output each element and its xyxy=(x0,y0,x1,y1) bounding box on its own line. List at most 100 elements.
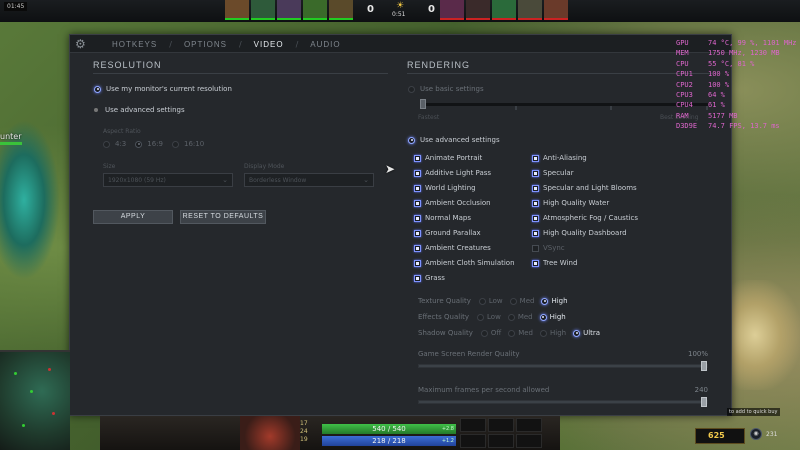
check-anti-aliasing[interactable]: Anti-Aliasing xyxy=(532,154,587,162)
checkbox[interactable] xyxy=(414,214,421,222)
hero-portrait[interactable] xyxy=(492,0,516,20)
checkbox[interactable] xyxy=(414,274,421,282)
checkbox[interactable] xyxy=(532,229,539,237)
use-advanced-resolution-option[interactable]: Use advanced settings xyxy=(94,106,185,114)
radio-aspect-4-3[interactable] xyxy=(103,140,110,148)
use-basic-settings-option[interactable]: Use basic settings xyxy=(408,85,484,93)
shadow-quality-med[interactable]: Med xyxy=(508,329,533,337)
checkbox[interactable] xyxy=(532,214,539,222)
reset-to-defaults-button[interactable]: RESET TO DEFAULTS xyxy=(180,210,266,224)
tab-hotkeys[interactable]: HOTKEYS xyxy=(100,40,169,49)
check-normal-maps[interactable]: Normal Maps xyxy=(414,214,471,222)
radio-unselected[interactable] xyxy=(408,85,415,93)
hero-portrait[interactable] xyxy=(303,0,327,20)
hero-portrait-large[interactable] xyxy=(240,416,300,450)
checkbox[interactable] xyxy=(532,244,539,252)
use-monitor-resolution-option[interactable]: Use my monitor's current resolution xyxy=(94,85,232,93)
item-slot[interactable] xyxy=(460,434,486,448)
check-specular-light-blooms[interactable]: Specular and Light Blooms xyxy=(532,184,637,192)
check-ambient-creatures[interactable]: Ambient Creatures xyxy=(414,244,491,252)
resolution-size-value: 1920x1080 (59 Hz) xyxy=(108,177,166,184)
tab-options[interactable]: OPTIONS xyxy=(172,40,239,49)
checkbox[interactable] xyxy=(414,244,421,252)
item-slot[interactable] xyxy=(516,418,542,432)
tab-audio[interactable]: AUDIO xyxy=(298,40,352,49)
shadow-quality-off[interactable]: Off xyxy=(480,329,501,337)
checkbox[interactable] xyxy=(532,259,539,267)
check-ground-parallax[interactable]: Ground Parallax xyxy=(414,229,481,237)
courier-icon[interactable]: ◉ xyxy=(750,428,762,440)
radio-aspect-16-10[interactable] xyxy=(172,140,179,148)
check-animate-portrait[interactable]: Animate Portrait xyxy=(414,154,482,162)
stats-value: 74 °C, 99 %, 1101 MHz xyxy=(708,39,797,47)
check-specular[interactable]: Specular xyxy=(532,169,574,177)
dire-score: 0 xyxy=(428,4,435,15)
check-vsync[interactable]: VSync xyxy=(532,244,565,252)
checkbox[interactable] xyxy=(532,199,539,207)
checkbox[interactable] xyxy=(532,184,539,192)
item-slot[interactable] xyxy=(488,434,514,448)
checkbox[interactable] xyxy=(532,169,539,177)
effects-quality-low[interactable]: Low xyxy=(477,313,501,321)
checkbox[interactable] xyxy=(414,154,421,162)
checkbox[interactable] xyxy=(414,259,421,267)
checkbox[interactable] xyxy=(414,169,421,177)
check-atmospheric-fog[interactable]: Atmospheric Fog / Caustics xyxy=(532,214,638,222)
basic-quality-slider-handle[interactable] xyxy=(420,99,426,109)
radio-selected[interactable] xyxy=(408,136,415,144)
checkbox[interactable] xyxy=(414,184,421,192)
hero-portrait[interactable] xyxy=(518,0,542,20)
texture-quality-high[interactable]: High xyxy=(541,297,568,305)
item-slot[interactable] xyxy=(516,434,542,448)
check-high-quality-dashboard[interactable]: High Quality Dashboard xyxy=(532,229,627,237)
hero-portrait[interactable] xyxy=(466,0,490,20)
max-fps-slider-handle[interactable] xyxy=(701,397,707,407)
hero-portrait[interactable] xyxy=(225,0,249,20)
render-quality-slider[interactable] xyxy=(418,361,708,371)
checkbox[interactable] xyxy=(414,199,421,207)
effects-quality-med[interactable]: Med xyxy=(507,313,533,321)
hero-portrait[interactable] xyxy=(440,0,464,20)
check-ambient-occlusion[interactable]: Ambient Occlusion xyxy=(414,199,491,207)
hero-portrait[interactable] xyxy=(277,0,301,20)
texture-quality-low[interactable]: Low xyxy=(478,297,503,305)
tab-video[interactable]: VIDEO xyxy=(242,40,296,49)
checkbox[interactable] xyxy=(532,154,539,162)
check-tree-wind[interactable]: Tree Wind xyxy=(532,259,577,267)
shop-controls: ◉ 231 xyxy=(750,428,777,440)
radio-selected[interactable] xyxy=(94,85,101,93)
basic-quality-slider[interactable] xyxy=(422,103,710,106)
chevron-down-icon: ⌄ xyxy=(363,176,369,184)
resolution-size-select[interactable]: 1920x1080 (59 Hz) ⌄ xyxy=(103,173,233,187)
hero-portrait[interactable] xyxy=(329,0,353,20)
minimap[interactable] xyxy=(0,350,70,450)
stats-key: CPU3 xyxy=(676,91,693,100)
gold-counter[interactable]: 625 xyxy=(695,428,745,444)
shadow-quality-high[interactable]: High xyxy=(540,329,566,337)
check-grass[interactable]: Grass xyxy=(414,274,445,282)
use-advanced-rendering-option[interactable]: Use advanced settings xyxy=(408,136,500,144)
game-time: 0:51 xyxy=(392,11,406,18)
checkbox-label: Animate Portrait xyxy=(425,154,483,162)
check-high-quality-water[interactable]: High Quality Water xyxy=(532,199,609,207)
radio-unselected[interactable] xyxy=(94,107,100,114)
effects-quality-high[interactable]: High xyxy=(539,313,566,321)
item-slot[interactable] xyxy=(460,418,486,432)
hero-portrait[interactable] xyxy=(251,0,275,20)
max-fps-slider[interactable] xyxy=(418,397,708,407)
check-ambient-cloth-simulation[interactable]: Ambient Cloth Simulation xyxy=(414,259,515,267)
apply-button[interactable]: APPLY xyxy=(93,210,173,224)
gear-icon[interactable]: ⚙ xyxy=(75,37,86,51)
shadow-quality-ultra[interactable]: Ultra xyxy=(573,329,600,337)
check-world-lighting[interactable]: World Lighting xyxy=(414,184,476,192)
display-mode-select[interactable]: Borderless Window ⌄ xyxy=(244,173,374,187)
render-quality-slider-handle[interactable] xyxy=(701,361,707,371)
radio-aspect-16-9[interactable] xyxy=(135,140,143,148)
hero-portrait[interactable] xyxy=(544,0,568,20)
item-slot[interactable] xyxy=(488,418,514,432)
mouse-cursor-icon: ➤ xyxy=(385,162,396,176)
checkbox[interactable] xyxy=(414,229,421,237)
texture-quality-med[interactable]: Med xyxy=(509,297,534,305)
render-quality-value: 100% xyxy=(687,350,708,358)
check-additive-light-pass[interactable]: Additive Light Pass xyxy=(414,169,491,177)
